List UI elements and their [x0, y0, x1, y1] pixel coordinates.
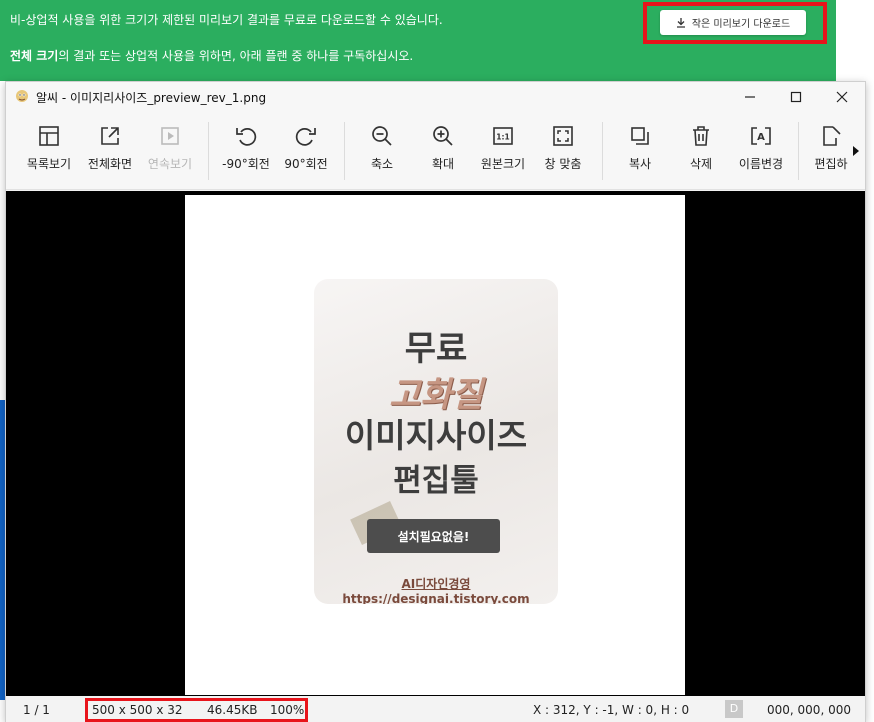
- promo-card: 무료 고화질 이미지사이즈 편집툴 설치필요없음! AI디자인경영 https:…: [314, 279, 558, 604]
- minimize-button[interactable]: [727, 82, 773, 112]
- cursor-coordinates: X : 312, Y : -1, W : 0, H : 0: [533, 703, 690, 717]
- minimize-icon: [745, 96, 755, 98]
- rename-icon: A: [751, 127, 771, 145]
- zoom-level: 100%: [270, 703, 305, 717]
- svg-text:1:1: 1:1: [496, 133, 509, 142]
- toolbar-more-icon[interactable]: [852, 146, 860, 156]
- toolbar-copy[interactable]: 복사: [610, 124, 670, 172]
- delete-icon: [693, 126, 709, 146]
- toolbar-label: 이름변경: [738, 157, 784, 171]
- toolbar-label: 편집하: [814, 157, 848, 171]
- original-size-icon: 1:1: [493, 127, 513, 145]
- toolbar-label: 확대: [431, 157, 455, 171]
- toolbar-rename[interactable]: A 이름변경: [731, 124, 791, 172]
- toolbar-separator: [798, 122, 799, 180]
- toolbar-delete[interactable]: 삭제: [671, 124, 731, 172]
- toolbar-label: 창 맞춤: [544, 157, 582, 171]
- toolbar-label: 삭제: [689, 157, 713, 171]
- zoom-out-icon: [372, 126, 392, 146]
- toolbar-separator: [602, 122, 603, 180]
- toolbar-fit-window[interactable]: 창 맞춤: [533, 124, 593, 172]
- promo-line1: 무료: [404, 329, 468, 369]
- rotate-left-icon: [236, 128, 257, 146]
- banner-subscribe-text: 전체 크기의 결과 또는 상업적 사용을 위하면, 아래 플랜 중 하나를 구독…: [10, 47, 413, 64]
- toolbar-fullscreen[interactable]: 전체화면: [80, 124, 140, 172]
- d-badge: D: [725, 700, 743, 718]
- slideshow-icon: [161, 127, 179, 145]
- toolbar-slideshow[interactable]: 연속보기: [140, 124, 200, 172]
- rotate-right-icon: [295, 128, 316, 146]
- toolbar-label: 90°회전: [284, 157, 328, 171]
- status-bar: 1 / 1 500 x 500 x 32 46.45KB 100% X : 31…: [6, 696, 865, 722]
- file-size: 46.45KB: [207, 703, 258, 717]
- fit-window-icon: [553, 126, 573, 146]
- promo-url: AI디자인경영 https://designai.tistory.com: [342, 577, 530, 604]
- promo-line4: 편집툴: [393, 463, 479, 499]
- rgb-value: 000, 000, 000: [767, 703, 851, 717]
- zoom-in-icon: [433, 126, 453, 146]
- copy-icon: [631, 127, 649, 145]
- svg-text:A: A: [757, 132, 765, 143]
- toolbar-label: 연속보기: [147, 157, 193, 171]
- page-indicator: 1 / 1: [23, 703, 50, 717]
- upgrade-banner: 비-상업적 사용을 위한 크기가 제한된 미리보기 결과를 무료로 다운로드할 …: [0, 0, 836, 81]
- toolbar: 목록보기 전체화면 연속보기 -90°회전 90°회전 축소 확대 1:1 원본…: [6, 112, 865, 190]
- image-dimensions: 500 x 500 x 32: [92, 703, 183, 717]
- download-button-label: 작은 미리보기 다운로드: [691, 19, 791, 30]
- toolbar-rotate-left[interactable]: -90°회전: [216, 124, 276, 172]
- toolbar-edit[interactable]: 편집하: [804, 124, 858, 172]
- toolbar-label: 원본크기: [480, 157, 526, 171]
- list-view-icon: [39, 126, 59, 146]
- toolbar-original-size[interactable]: 1:1 원본크기: [473, 124, 533, 172]
- title-bar[interactable]: 알씨 - 이미지리사이즈_preview_rev_1.png: [6, 82, 865, 112]
- toolbar-zoom-out[interactable]: 축소: [352, 124, 412, 172]
- banner-notice: 비-상업적 사용을 위한 크기가 제한된 미리보기 결과를 무료로 다운로드할 …: [10, 13, 443, 27]
- toolbar-separator: [344, 122, 345, 180]
- promo-line3: 이미지사이즈: [344, 416, 528, 455]
- toolbar-label: -90°회전: [222, 157, 270, 171]
- toolbar-label: 복사: [628, 157, 652, 171]
- edit-icon: [823, 126, 841, 146]
- maximize-icon: [790, 91, 802, 103]
- toolbar-zoom-in[interactable]: 확대: [413, 124, 473, 172]
- download-icon: [676, 17, 685, 28]
- banner-bold-text: 전체 크기: [10, 49, 59, 63]
- download-preview-button[interactable]: 작은 미리보기 다운로드: [660, 10, 806, 35]
- window-title: 알씨 - 이미지리사이즈_preview_rev_1.png: [36, 91, 267, 105]
- maximize-button[interactable]: [773, 82, 819, 112]
- image-viewer-window: 알씨 - 이미지리사이즈_preview_rev_1.png 목록보기 전체화면…: [5, 81, 866, 722]
- promo-button: 설치필요없음!: [367, 519, 500, 553]
- close-button[interactable]: [819, 82, 865, 112]
- toolbar-rotate-right[interactable]: 90°회전: [276, 124, 336, 172]
- toolbar-label: 전체화면: [87, 157, 133, 171]
- toolbar-list-view[interactable]: 목록보기: [19, 124, 79, 172]
- toolbar-label: 목록보기: [26, 157, 72, 171]
- close-icon: [836, 91, 848, 103]
- banner-rest-text: 의 결과 또는 상업적 사용을 위하면, 아래 플랜 중 하나를 구독하십시오.: [58, 49, 414, 63]
- displayed-image: 무료 고화질 이미지사이즈 편집툴 설치필요없음! AI디자인경영 https:…: [185, 195, 685, 695]
- toolbar-separator: [208, 122, 209, 180]
- app-icon: [16, 90, 28, 102]
- fullscreen-icon: [101, 127, 119, 145]
- toolbar-label: 축소: [370, 157, 394, 171]
- image-viewport[interactable]: 무료 고화질 이미지사이즈 편집툴 설치필요없음! AI디자인경영 https:…: [6, 191, 865, 696]
